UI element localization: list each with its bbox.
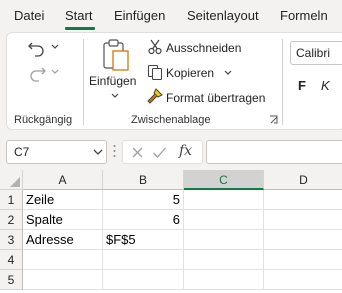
column-header-c[interactable]: C [184,170,264,190]
name-box-value: C7 [14,145,30,159]
cell-c5[interactable] [184,270,264,290]
row-header-3[interactable]: 3 [0,230,23,250]
cell-d2[interactable] [264,210,342,230]
dialog-launcher-icon[interactable] [269,115,279,125]
paste-button[interactable]: Einfügen [89,74,136,88]
bold-button[interactable]: F [298,78,306,93]
name-box[interactable]: C7 [6,140,107,164]
active-tab-indicator [65,27,95,30]
cell-a5[interactable] [23,270,103,290]
cell-c1[interactable] [184,190,264,210]
group-divider [282,39,283,125]
insert-function-button[interactable]: fx [179,143,192,159]
cell-a1[interactable]: Zeile [23,190,103,210]
font-name-box[interactable]: Calibri [290,41,342,65]
cell-d4[interactable] [264,250,342,270]
cell-c2[interactable] [184,210,264,230]
tab-start[interactable]: Start [65,8,92,23]
enter-icon[interactable] [152,146,167,159]
tab-formeln[interactable]: Formeln [280,8,328,23]
cell-d1[interactable] [264,190,342,210]
cell-d3[interactable] [264,230,342,250]
paste-icon[interactable] [100,38,132,72]
cell-c3[interactable] [184,230,264,250]
cell-a2[interactable]: Spalte [23,210,103,230]
copy-dropdown-icon[interactable] [224,70,232,76]
chevron-down-icon[interactable] [93,149,103,156]
cut-button[interactable]: Ausschneiden [166,41,241,55]
cancel-icon[interactable] [131,146,144,159]
cell-a3[interactable]: Adresse [23,230,103,250]
formula-buttons: fx [122,140,203,164]
worksheet-grid: A B C D 1 Zeile 5 2 Spalte 6 3 Adresse $… [0,170,342,293]
column-header-d[interactable]: D [264,170,342,190]
cell-b1[interactable]: 5 [103,190,184,210]
font-name-value: Calibri [296,46,331,60]
italic-button[interactable]: K [321,78,330,93]
cell-c4[interactable] [184,250,264,270]
paste-dropdown-icon[interactable] [111,93,119,99]
row-header-1[interactable]: 1 [0,190,23,210]
undo-group-label: Rückgängig [14,114,73,126]
cell-b2[interactable]: 6 [103,210,184,230]
row-header-5[interactable]: 5 [0,270,23,290]
tab-datei[interactable]: Datei [14,8,44,23]
row-header-4[interactable]: 4 [0,250,23,270]
clipboard-group-label: Zwischenablage [131,114,211,126]
format-painter-icon[interactable] [146,88,164,104]
redo-dropdown-icon[interactable] [51,69,59,75]
select-all-triangle-icon [10,177,20,187]
ribbon-panel: Rückgängig Einfügen Ausschneiden Kopiere… [6,32,342,130]
tab-seitenlayout[interactable]: Seitenlayout [187,8,259,23]
cell-b5[interactable] [103,270,184,290]
undo-icon[interactable] [27,39,49,57]
ribbon-tab-bar: Datei Start Einfügen Seitenlayout Formel… [0,0,342,32]
undo-dropdown-icon[interactable] [51,44,59,50]
group-divider [83,39,84,125]
column-header-b[interactable]: B [103,170,184,190]
cell-a4[interactable] [23,250,103,270]
select-all-corner[interactable] [0,170,23,190]
formula-bar: C7 fx [0,132,342,170]
column-header-a[interactable]: A [23,170,103,190]
row-header-2[interactable]: 2 [0,210,23,230]
copy-icon[interactable] [147,64,163,81]
cell-d5[interactable] [264,270,342,290]
tab-einfuegen[interactable]: Einfügen [114,8,165,23]
formula-input[interactable] [206,140,342,164]
scissors-icon[interactable] [148,39,162,55]
ribbon: Rückgängig Einfügen Ausschneiden Kopiere… [0,32,342,132]
redo-icon[interactable] [27,64,49,82]
cell-b4[interactable] [103,250,184,270]
copy-button[interactable]: Kopieren [166,66,214,80]
formula-bar-grip-icon [113,145,116,157]
cell-b3[interactable]: $F$5 [103,230,184,250]
format-painter-button[interactable]: Format übertragen [166,91,265,105]
